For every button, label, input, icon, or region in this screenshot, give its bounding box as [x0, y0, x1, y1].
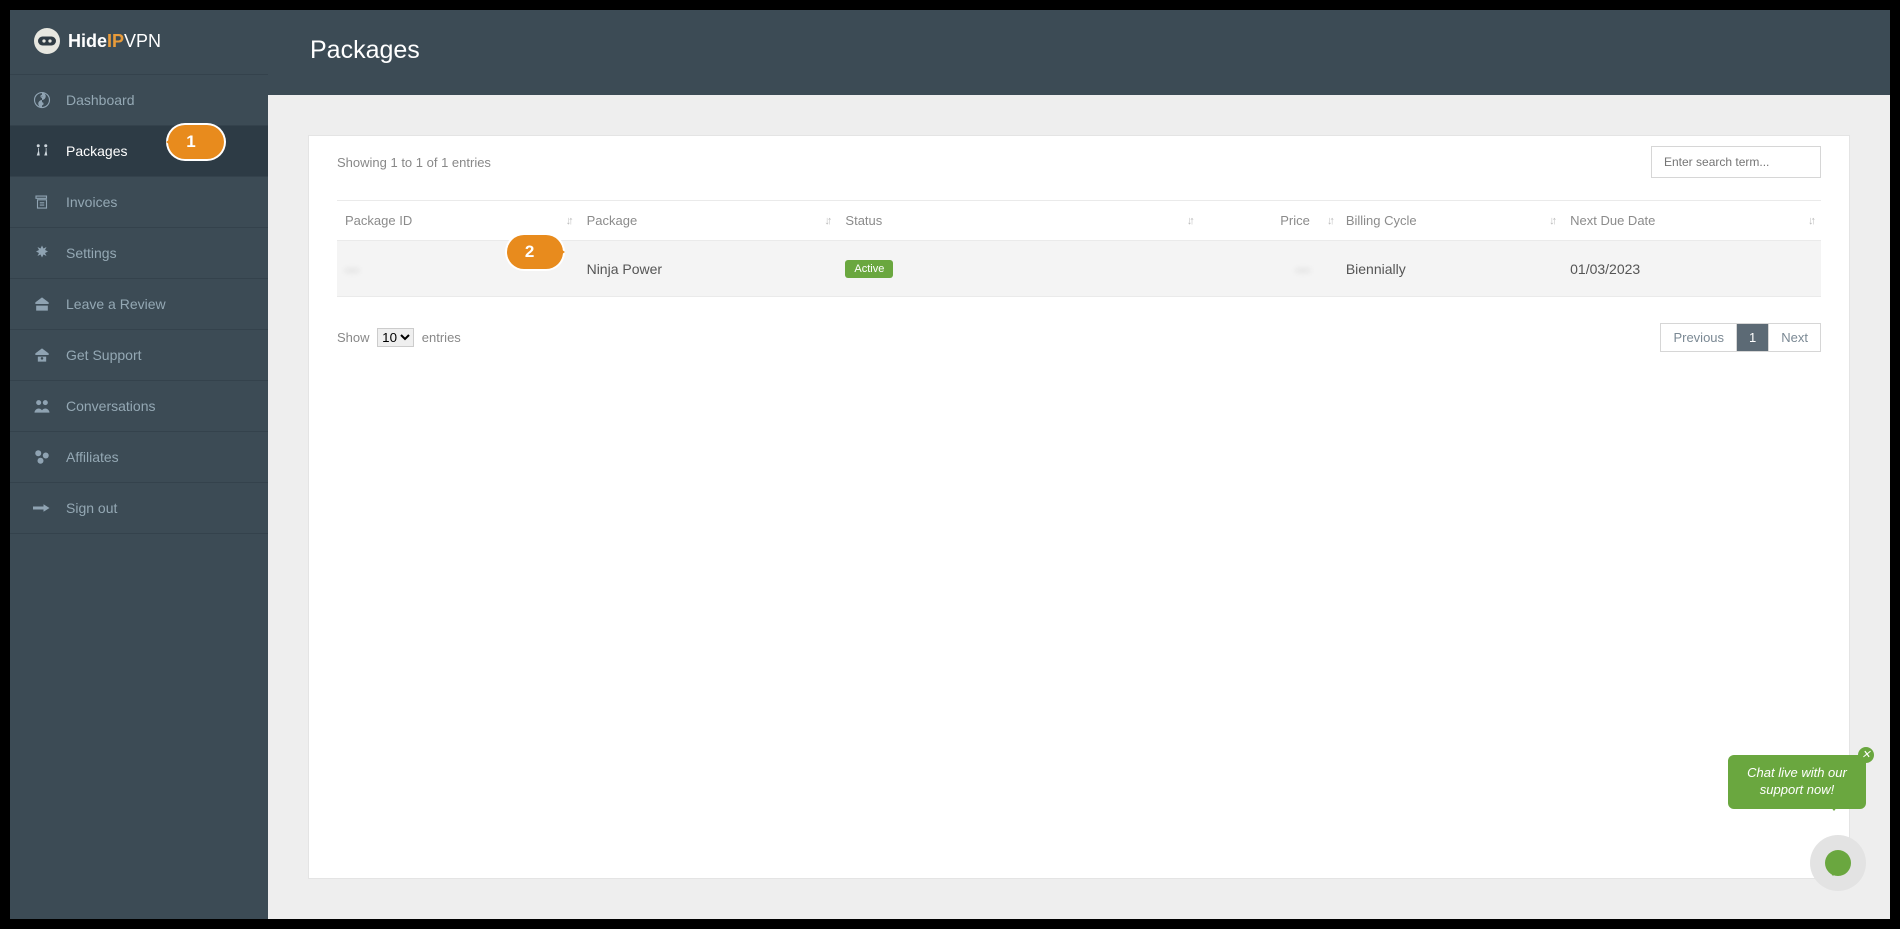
pager-previous[interactable]: Previous [1661, 324, 1736, 351]
sort-icon: ↓↑ [1808, 215, 1813, 227]
sidebar-item-label: Affiliates [66, 449, 119, 465]
sidebar-item-dashboard[interactable]: Dashboard [10, 74, 268, 125]
chat-button[interactable] [1810, 835, 1866, 891]
sort-icon: ↓↑ [566, 215, 571, 227]
annotation-marker-1: 1 [168, 125, 224, 159]
packages-icon [32, 141, 52, 161]
brand-text: HideIPVPN [68, 31, 161, 52]
sort-icon: ↓↑ [824, 215, 829, 227]
entries-select[interactable]: 10 [377, 328, 414, 347]
sidebar-item-settings[interactable]: Settings [10, 227, 268, 278]
search-input[interactable] [1651, 146, 1821, 178]
entries-info: Showing 1 to 1 of 1 entries [337, 155, 491, 170]
sidebar-item-signout[interactable]: Sign out [10, 482, 268, 534]
page-title: Packages [310, 36, 420, 64]
sidebar-item-label: Packages [66, 143, 127, 159]
settings-icon [32, 243, 52, 263]
signout-icon [32, 498, 52, 518]
col-package[interactable]: Package↓↑ [579, 201, 838, 241]
annotation-marker-2: 2 [507, 235, 563, 269]
cell-package-id: — [345, 261, 359, 277]
sidebar: HideIPVPN Dashboard Packages 1 Invoices [10, 10, 268, 919]
sort-icon: ↓↑ [1327, 215, 1332, 227]
col-next-due-date[interactable]: Next Due Date↓↑ [1562, 201, 1821, 241]
support-icon [32, 345, 52, 365]
col-status[interactable]: Status↓↑ [837, 201, 1199, 241]
brand-logo-icon [34, 28, 60, 54]
show-entries: Show 10 entries [337, 328, 461, 347]
sidebar-item-conversations[interactable]: Conversations [10, 380, 268, 431]
sidebar-item-invoices[interactable]: Invoices [10, 176, 268, 227]
pager: Previous 1 Next [1660, 323, 1821, 352]
cell-package: Ninja Power [587, 261, 662, 277]
sidebar-item-label: Leave a Review [66, 296, 166, 312]
packages-card: Showing 1 to 1 of 1 entries Package ID↓↑… [308, 135, 1850, 879]
sidebar-item-leave-review[interactable]: Leave a Review [10, 278, 268, 329]
packages-table: Package ID↓↑ Package↓↑ Status↓↑ Price↓↑ … [337, 200, 1821, 297]
sidebar-item-label: Dashboard [66, 92, 135, 108]
sidebar-item-label: Conversations [66, 398, 156, 414]
sidebar-item-label: Get Support [66, 347, 142, 363]
pager-next[interactable]: Next [1768, 324, 1820, 351]
sidebar-item-get-support[interactable]: Get Support [10, 329, 268, 380]
sidebar-item-packages[interactable]: Packages 1 [10, 125, 268, 176]
yinyang-icon [32, 90, 52, 110]
sidebar-item-label: Sign out [66, 500, 117, 516]
invoices-icon [32, 192, 52, 212]
cell-billing-cycle: Biennially [1346, 261, 1406, 277]
page-header: Packages [268, 10, 1890, 95]
col-billing-cycle[interactable]: Billing Cycle↓↑ [1338, 201, 1562, 241]
sort-icon: ↓↑ [1549, 215, 1554, 227]
pager-page-1[interactable]: 1 [1736, 324, 1768, 351]
brand[interactable]: HideIPVPN [10, 10, 268, 74]
cell-next-due-date: 01/03/2023 [1570, 261, 1640, 277]
table-row[interactable]: — 2 Ninja Power Active — Biennially 01/0… [337, 241, 1821, 297]
sidebar-item-affiliates[interactable]: Affiliates [10, 431, 268, 482]
affiliates-icon [32, 447, 52, 467]
conversations-icon [32, 396, 52, 416]
chat-icon [1825, 850, 1851, 876]
col-price[interactable]: Price↓↑ [1200, 201, 1338, 241]
review-icon [32, 294, 52, 314]
sidebar-item-label: Invoices [66, 194, 117, 210]
status-badge: Active [845, 260, 893, 278]
sort-icon: ↓↑ [1187, 215, 1192, 227]
sidebar-item-label: Settings [66, 245, 117, 261]
chat-tooltip[interactable]: Chat live with our support now! ✕ [1728, 755, 1866, 809]
cell-price: — [1296, 261, 1310, 277]
